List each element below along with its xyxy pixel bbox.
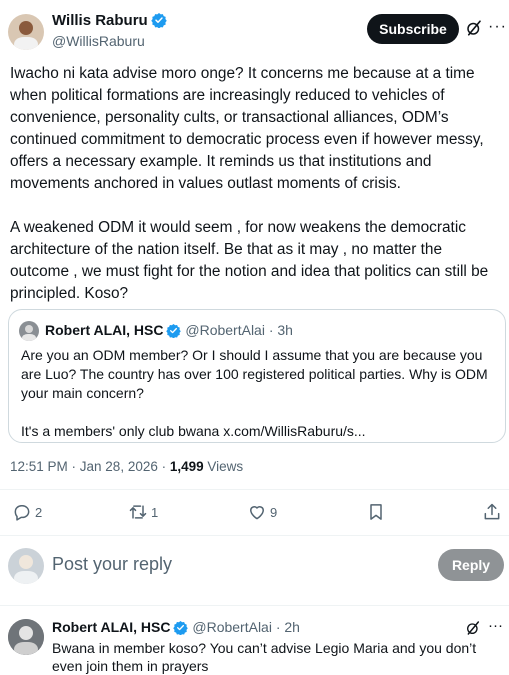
divider (0, 535, 509, 536)
tweet-header: Willis Raburu @WillisRaburu Subscribe ··… (0, 0, 509, 60)
comment-author: Robert ALAI, HSC @RobertAlai · 2h (52, 619, 300, 635)
reply-input[interactable]: Post your reply (52, 554, 172, 575)
quote-author: Robert ALAI, HSC @RobertAlai · 3h (45, 322, 293, 338)
tweet-text: Iwacho ni kata advise moro onge? It conc… (10, 63, 505, 305)
share-icon (484, 503, 500, 520)
comment-author-handle-time[interactable]: @RobertAlai · 2h (192, 619, 300, 635)
like-count: 9 (270, 504, 278, 520)
subscribe-button[interactable]: Subscribe (367, 14, 459, 44)
comment-author-name[interactable]: Robert ALAI, HSC (52, 619, 170, 635)
quote-author-name: Robert ALAI, HSC (45, 322, 164, 338)
quoted-tweet-card[interactable]: Robert ALAI, HSC @RobertAlai · 3h Are yo… (8, 309, 506, 443)
more-options-icon[interactable]: ··· (488, 18, 507, 36)
verified-badge-icon (166, 323, 182, 338)
comment-author-avatar[interactable] (8, 619, 44, 655)
tweet-timestamp-row: 12:51 PM · Jan 28, 2026 · 1,499 Views (10, 459, 243, 474)
reply-button[interactable]: Reply (438, 549, 504, 581)
views-label: Views (203, 459, 244, 474)
like-action[interactable]: 9 (247, 502, 277, 524)
views-count: 1,499 (169, 459, 204, 474)
author-handle[interactable]: @WillisRaburu (52, 33, 145, 49)
reply-action[interactable]: 2 (12, 502, 42, 524)
reply-count: 2 (35, 504, 43, 520)
more-options-icon[interactable]: ··· (488, 617, 503, 634)
repost-action[interactable]: 1 (128, 502, 158, 524)
share-action[interactable] (482, 502, 502, 524)
heart-icon (250, 506, 264, 520)
tweet-paragraph-2: A weakened ODM it would seem , for now w… (10, 219, 489, 302)
repost-count: 1 (151, 504, 159, 520)
tweet-timestamp[interactable]: 12:51 PM · Jan 28, 2026 · (10, 459, 170, 474)
divider (0, 605, 509, 606)
author-name-text[interactable]: Willis Raburu (52, 12, 148, 29)
quote-paragraph-1: Are you an ODM member? Or I should I ass… (21, 347, 488, 401)
author-avatar[interactable] (8, 14, 44, 50)
tweet-paragraph-1: Iwacho ni kata advise moro onge? It conc… (10, 65, 484, 192)
grok-icon[interactable] (465, 19, 483, 37)
quote-author-handle-time: @RobertAlai · 3h (185, 322, 293, 338)
divider (0, 489, 509, 490)
quote-text: Are you an ODM member? Or I should I ass… (21, 346, 499, 441)
author-name[interactable]: Willis Raburu (52, 12, 167, 29)
grok-icon[interactable] (465, 620, 481, 636)
comment-text: Bwana in member koso? You can’t advise L… (52, 640, 477, 674)
bookmark-icon (370, 504, 382, 520)
reply-icon (14, 505, 30, 521)
quote-paragraph-2: It's a members' only club bwana x.com/Wi… (21, 423, 366, 439)
verified-badge-icon (150, 13, 167, 28)
current-user-avatar[interactable] (8, 548, 44, 584)
tweet-actions-bar: 2 1 9 (0, 497, 509, 529)
verified-badge-icon (173, 620, 189, 635)
bookmark-action[interactable] (366, 502, 386, 524)
quote-author-avatar (19, 321, 39, 341)
repost-icon (129, 505, 147, 519)
